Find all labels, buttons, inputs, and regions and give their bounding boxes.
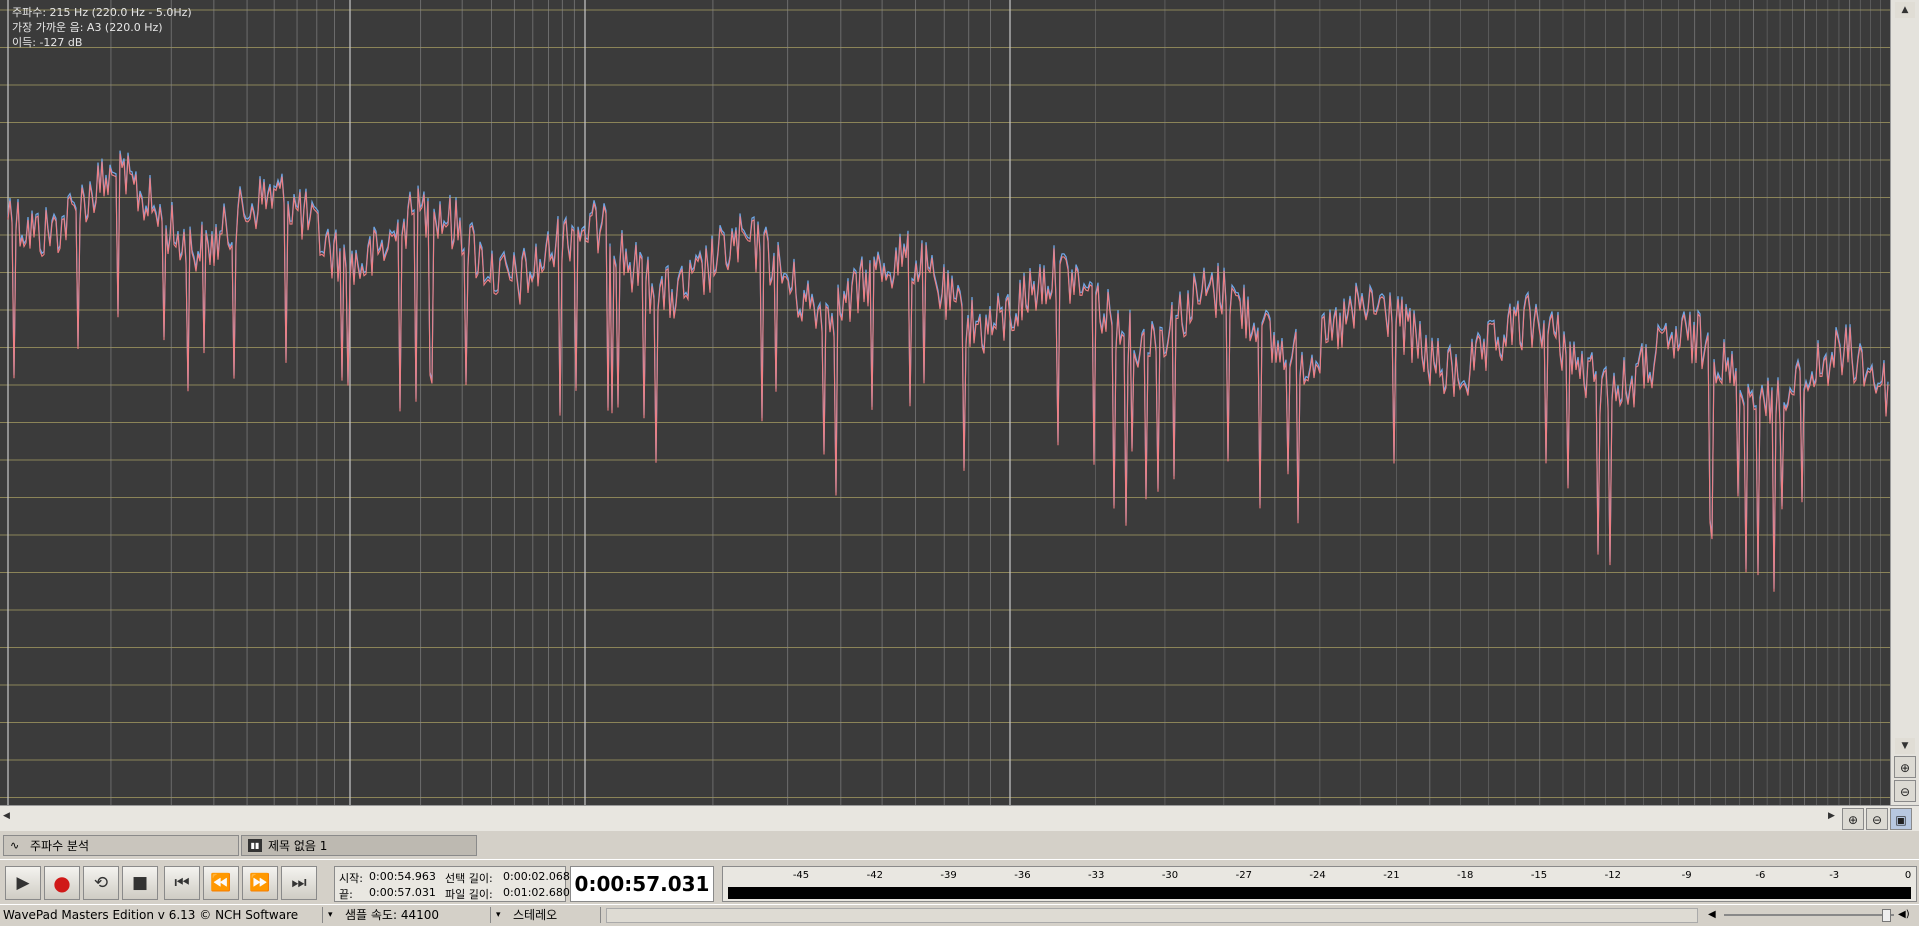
stop-button[interactable]: ■ — [122, 866, 158, 900]
meter-tick-label: -33 — [1088, 870, 1105, 881]
volume-icon: ◀) — [1898, 909, 1910, 920]
meter-tick-label: -21 — [1383, 870, 1400, 881]
meter-tick-label: -45 — [792, 870, 810, 881]
speaker-icon: ◀ — [1708, 909, 1716, 920]
scroll-left-icon[interactable]: ◀ — [3, 811, 13, 825]
waveform-icon: ▮▮ — [248, 839, 262, 852]
selection-length-value: 0:00:02.068 — [503, 870, 570, 883]
start-label: 시작: — [339, 872, 363, 885]
file-length-label: 파일 길이: — [445, 888, 493, 901]
status-bar: WavePad Masters Edition v 6.13 © NCH Sof… — [0, 904, 1919, 926]
level-meter-bar — [728, 887, 1911, 899]
play-icon: ▶ — [16, 873, 30, 893]
zoom-in-icon[interactable]: ⊕ — [1842, 808, 1864, 830]
status-progress-area — [606, 908, 1698, 923]
app-version-text: WavePad Masters Edition v 6.13 © NCH Sof… — [3, 908, 299, 922]
meter-tick-label: -6 — [1755, 870, 1766, 881]
meter-tick-label: -39 — [940, 870, 957, 881]
zoom-full-icon[interactable]: ▣ — [1890, 808, 1912, 830]
volume-slider-handle[interactable] — [1882, 909, 1891, 922]
gain-readout: 이득: -127 dB — [12, 36, 83, 49]
record-icon: ● — [53, 871, 71, 895]
vertical-zoom-out-icon[interactable]: ⊖ — [1894, 780, 1916, 802]
meter-tick-label: -3 — [1829, 870, 1840, 881]
play-loop-button[interactable]: ⟲ — [83, 866, 119, 900]
meter-tick-label: 0 — [1904, 870, 1912, 881]
start-value: 0:00:54.963 — [369, 870, 436, 883]
meter-tick-label: -24 — [1309, 870, 1326, 881]
meter-tick-label: -42 — [866, 870, 883, 881]
frequency-readout: 주파수: 215 Hz (220.0 Hz - 5.0Hz) — [12, 6, 192, 19]
fast-forward-icon: ⏩ — [249, 873, 271, 893]
meter-tick-label: -15 — [1530, 870, 1548, 881]
frequency-analysis-view[interactable]: 주파수: 215 Hz (220.0 Hz - 5.0Hz) 가장 가까운 음:… — [0, 0, 1890, 805]
tab-untitled-1[interactable]: ▮▮ 제목 없음 1 — [241, 835, 477, 856]
skip-to-start-icon: ⏮ — [174, 873, 190, 893]
scroll-right-icon[interactable]: ▶ — [1828, 811, 1838, 825]
current-time-display: 0:00:57.031 — [570, 866, 714, 902]
skip-to-end-button[interactable]: ⏭ — [281, 866, 317, 900]
vertical-zoom-in-icon[interactable]: ⊕ — [1894, 756, 1916, 778]
rewind-icon: ⏪ — [210, 873, 232, 893]
scroll-down-icon[interactable]: ▼ — [1895, 738, 1915, 754]
rewind-button[interactable]: ⏪ — [203, 866, 239, 900]
skip-to-start-button[interactable]: ⏮ — [164, 866, 200, 900]
horizontal-scrollbar[interactable]: ◀ ▶ ⊕ ⊖ ▣ — [0, 805, 1919, 832]
cursor-info: 주파수: 215 Hz (220.0 Hz - 5.0Hz) 가장 가까운 음:… — [12, 5, 192, 50]
file-length-value: 0:01:02.680 — [503, 886, 570, 899]
scroll-up-icon[interactable]: ▲ — [1895, 2, 1915, 18]
meter-tick-label: -18 — [1457, 870, 1474, 881]
sample-rate-selector[interactable]: 샘플 속도: 44100 — [345, 905, 439, 925]
channels-dropdown-icon[interactable]: ▾ — [496, 905, 501, 925]
sample-rate-dropdown-icon[interactable]: ▾ — [328, 905, 333, 925]
end-value: 0:00:57.031 — [369, 886, 436, 899]
channels-selector[interactable]: 스테레오 — [513, 905, 557, 925]
record-button[interactable]: ● — [44, 866, 80, 900]
spectrum-plot[interactable] — [0, 0, 1890, 805]
meter-tick-label: -12 — [1604, 870, 1621, 881]
nearest-note-readout: 가장 가까운 음: A3 (220.0 Hz) — [12, 21, 163, 34]
play-button[interactable]: ▶ — [5, 866, 41, 900]
volume-slider[interactable] — [1724, 914, 1894, 916]
vertical-scrollbar[interactable]: ▲ ▼ ⊕ ⊖ — [1890, 0, 1919, 805]
selection-length-label: 선택 길이: — [445, 872, 493, 885]
play-loop-icon: ⟲ — [93, 873, 109, 893]
meter-tick-label: -27 — [1235, 870, 1252, 881]
tab-bar: ∿ 주파수 분석 ▮▮ 제목 없음 1 — [0, 831, 1919, 859]
tab-label: 주파수 분석 — [30, 839, 90, 853]
fast-forward-button[interactable]: ⏩ — [242, 866, 278, 900]
meter-tick-label: -30 — [1161, 870, 1179, 881]
skip-to-end-icon: ⏭ — [291, 873, 307, 893]
meter-tick-label: -36 — [1014, 870, 1031, 881]
selection-times: 시작: 0:00:54.963 끝: 0:00:57.031 선택 길이: 0:… — [334, 866, 570, 902]
spectrum-icon: ∿ — [10, 839, 20, 852]
end-label: 끝: — [339, 888, 353, 901]
stop-icon: ■ — [131, 873, 149, 893]
zoom-out-icon[interactable]: ⊖ — [1866, 808, 1888, 830]
transport-bar: ▶ ● ⟲ ■ ⏮ ⏪ ⏩ ⏭ 시작: 0:00:54.963 끝: 0:00:… — [0, 859, 1919, 905]
tab-label: 제목 없음 1 — [268, 839, 328, 853]
tab-frequency-analysis[interactable]: ∿ 주파수 분석 — [3, 835, 239, 856]
level-meter: -45 -42 -39 -36 -33 -30 -27 -24 -21 -18 -15 -12 -9 -6… — [722, 866, 1917, 902]
meter-tick-label: -9 — [1681, 870, 1692, 881]
